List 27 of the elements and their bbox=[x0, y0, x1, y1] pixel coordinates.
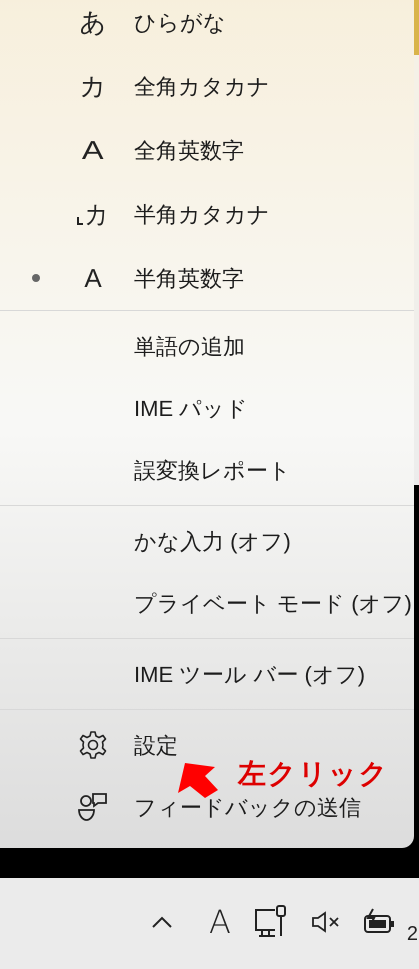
chevron-up-icon[interactable] bbox=[150, 914, 173, 928]
menu-item[interactable]: プライベート モード (オフ) bbox=[134, 586, 412, 620]
battery-charging-icon[interactable] bbox=[362, 908, 395, 936]
menu-item[interactable]: IME パッド bbox=[134, 392, 248, 424]
menu-item[interactable]: フィードバックの送信 bbox=[134, 790, 361, 824]
settings-icon bbox=[78, 730, 108, 760]
arrow-annotation bbox=[178, 763, 218, 798]
menu-item[interactable]: ひらがな bbox=[134, 6, 226, 38]
menu-item[interactable]: 全角英数字 bbox=[134, 134, 244, 166]
menu-item[interactable]: 半角英数字 bbox=[134, 262, 244, 294]
annotation-label: 左クリック bbox=[238, 760, 389, 788]
menu-item[interactable]: 全角カタカナ bbox=[134, 70, 270, 102]
ime-mode-indicator[interactable]: A bbox=[208, 906, 231, 938]
mode-glyph-icon: あ bbox=[80, 9, 106, 35]
mode-glyph-icon: A bbox=[84, 265, 102, 291]
feedback-icon bbox=[77, 792, 109, 822]
network-monitor-icon[interactable] bbox=[252, 904, 289, 940]
mode-glyph-icon: A bbox=[82, 137, 104, 163]
menu-item[interactable]: 単語の追加 bbox=[134, 330, 245, 362]
menu-item[interactable]: IME ツール バー (オフ) bbox=[134, 658, 366, 690]
menu-item[interactable]: かな入力 (オフ) bbox=[134, 524, 291, 558]
menu-item[interactable]: 設定 bbox=[134, 728, 178, 762]
menu-item[interactable]: 誤変換レポート bbox=[134, 454, 291, 486]
menu-item[interactable]: 半角カタカナ bbox=[134, 198, 270, 230]
muted-speaker-icon[interactable] bbox=[310, 910, 341, 932]
clock-text[interactable]: 2 bbox=[406, 918, 419, 948]
mode-glyph-icon: カ bbox=[80, 73, 106, 99]
